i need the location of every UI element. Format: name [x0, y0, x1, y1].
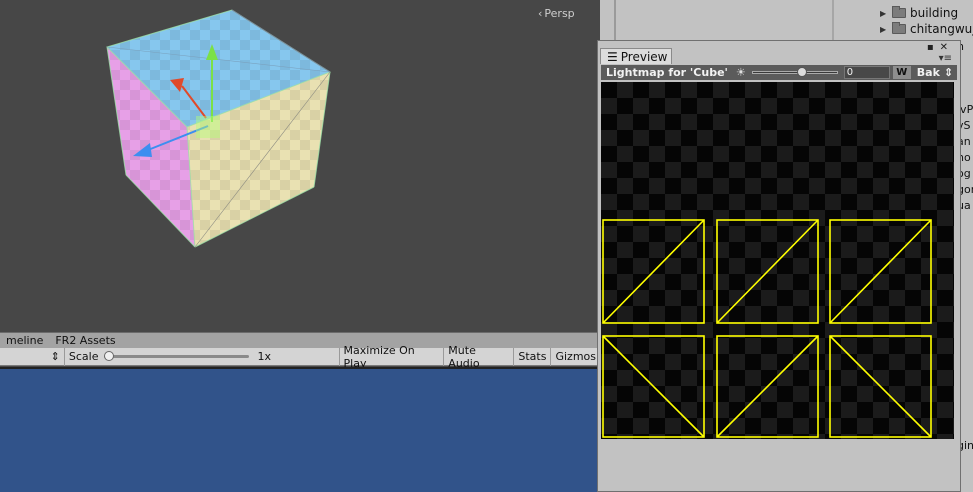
tab-preview[interactable]: ☰ Preview — [600, 48, 672, 64]
exposure-slider-knob[interactable] — [797, 67, 808, 77]
mute-audio-button[interactable]: Mute Audio — [444, 344, 515, 370]
tree-item-label: building — [910, 6, 959, 20]
scene-cube[interactable] — [0, 0, 600, 332]
chevron-left-icon: ‹ — [538, 7, 543, 20]
uv-layout — [602, 219, 932, 438]
game-view[interactable] — [0, 367, 600, 492]
scale-control: Scale 1x — [65, 347, 340, 366]
gizmos-button[interactable]: Gizmos — [551, 348, 600, 366]
scene-view[interactable]: ‹ Persp — [0, 0, 600, 332]
stats-button[interactable]: Stats — [514, 347, 552, 366]
folder-icon — [892, 22, 906, 34]
scale-slider-knob[interactable] — [104, 351, 115, 361]
tab-timeline[interactable]: meline — [0, 334, 49, 347]
uv-diagonal — [716, 219, 819, 324]
tab-fr2-assets[interactable]: FR2 Assets — [49, 334, 121, 347]
expand-arrow-icon[interactable]: ▶ — [880, 9, 892, 18]
exposure-value-field[interactable]: 0 — [843, 66, 890, 79]
preview-icon: ☰ — [607, 49, 618, 64]
preview-title: Lightmap for 'Cube' — [606, 66, 728, 79]
uv-diagonal — [829, 219, 932, 324]
dropdown-arrows-icon: ⇕ — [943, 66, 954, 79]
panel-divider[interactable] — [832, 0, 834, 44]
bake-label: Bak — [916, 66, 940, 79]
tree-item-building[interactable]: ▶ building — [880, 6, 958, 20]
exposure-icon: ☀ — [735, 66, 746, 79]
folder-icon — [892, 6, 906, 18]
preview-header: Lightmap for 'Cube' ☀ 0 W Bak ⇕ — [601, 65, 957, 80]
game-toolbar: ⇕ Scale 1x Maximize On Play Mute Audio S… — [0, 344, 600, 370]
scale-value: 1x — [257, 350, 271, 363]
w-button[interactable]: W — [892, 66, 911, 79]
uv-diagonal — [716, 335, 819, 438]
bake-dropdown[interactable]: Bak ⇕ — [914, 66, 957, 79]
tab-bar: meline FR2 Assets — [0, 332, 600, 348]
tree-item-label: chitangwuj — [910, 22, 973, 36]
expand-arrow-icon[interactable]: ▶ — [880, 25, 892, 34]
tree-item-chitangwuj[interactable]: ▶ chitangwuj — [880, 22, 973, 36]
close-icon[interactable]: ✕ — [940, 42, 948, 53]
maximize-icon[interactable]: ▪ — [927, 42, 934, 53]
menu-icon[interactable]: ▾≡ — [939, 53, 952, 64]
projection-label: Persp — [544, 7, 575, 20]
panel-divider[interactable] — [614, 0, 616, 44]
projection-toggle[interactable]: ‹ Persp — [538, 7, 575, 20]
uv-diagonal — [829, 335, 932, 438]
lightmap-view[interactable] — [601, 82, 954, 439]
dropdown-arrows-icon: ⇕ — [50, 350, 60, 363]
exposure-slider[interactable] — [751, 67, 838, 77]
window-controls: ▪ ✕ — [927, 42, 948, 53]
preview-window: ▪ ✕ ☰ Preview ▾≡ Lightmap for 'Cube' ☀ 0… — [597, 40, 961, 492]
uv-diagonal — [602, 219, 705, 324]
scale-slider[interactable] — [104, 351, 250, 361]
maximize-on-play-button[interactable]: Maximize On Play — [340, 344, 445, 370]
display-dropdown[interactable]: ⇕ — [0, 347, 65, 366]
uv-diagonal — [602, 335, 705, 438]
scale-label: Scale — [68, 350, 99, 363]
preview-tab-label: Preview — [620, 49, 668, 64]
